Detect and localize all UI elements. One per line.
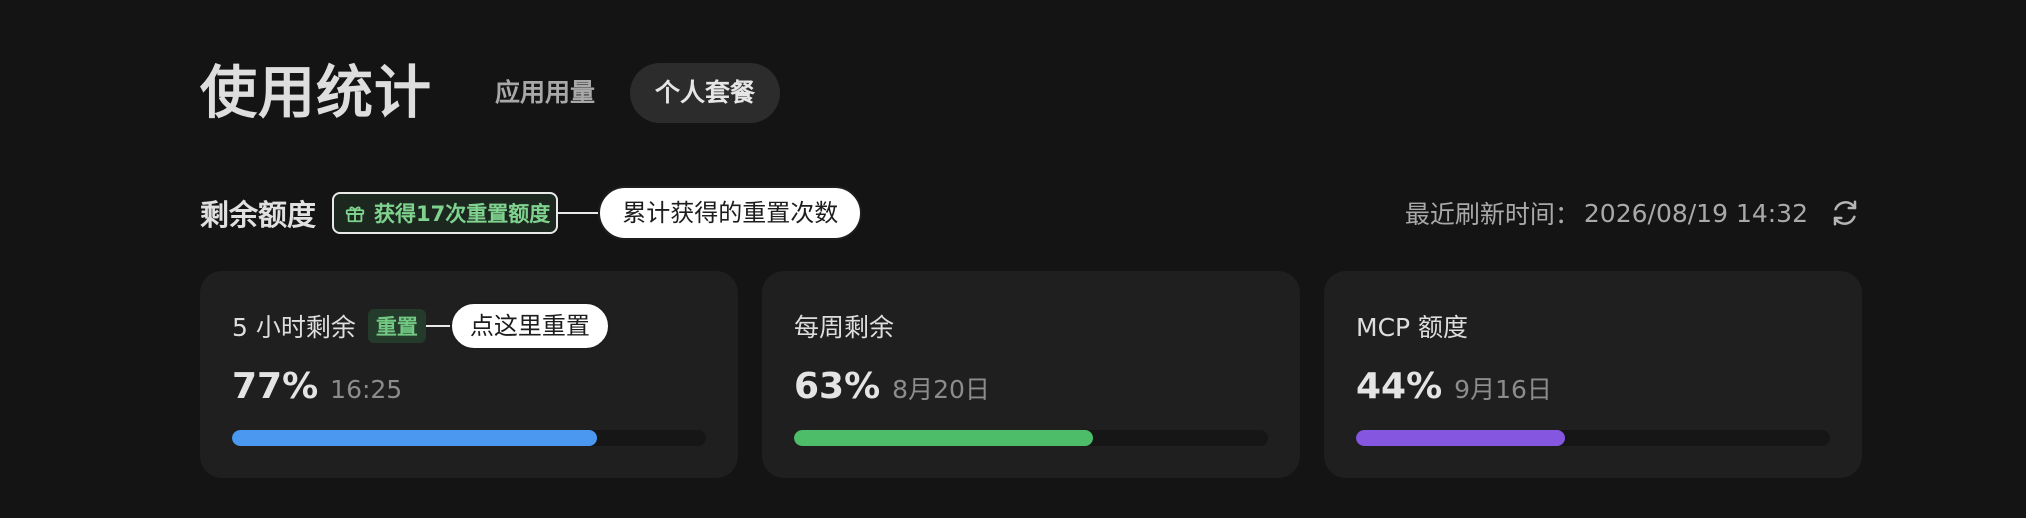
page-title: 使用统计: [200, 60, 432, 126]
quota-header: 剩余额度 获得17次重置额度 累计获得的重置次数 最近刷新时间： 2026/08…: [200, 186, 1862, 240]
card-title: MCP 额度: [1356, 313, 1469, 342]
remaining-percent: 77%: [232, 366, 319, 407]
progress-fill: [232, 430, 597, 446]
refresh-info: 最近刷新时间： 2026/08/19 14:32: [1405, 186, 1862, 240]
reset-credits-label: 获得17次重置额度: [374, 202, 551, 226]
callout-connector: [425, 325, 450, 327]
progress-fill: [794, 430, 1093, 446]
progress-track: [794, 430, 1268, 446]
tab-personal-plan[interactable]: 个人套餐: [630, 63, 781, 123]
usage-card-weekly: 每周剩余 63% 8月20日: [762, 271, 1300, 478]
reset-credits-callout: 累计获得的重置次数: [598, 186, 863, 240]
remaining-percent: 44%: [1356, 366, 1443, 407]
tab-app-usage[interactable]: 应用用量: [470, 63, 620, 123]
nav-tabs: 应用用量 个人套餐: [470, 63, 790, 123]
reset-date: 8月20日: [892, 375, 990, 404]
usage-card-mcp: MCP 额度 44% 9月16日: [1324, 271, 1862, 478]
reset-time: 16:25: [330, 375, 403, 404]
card-title: 5 小时剩余: [232, 313, 356, 342]
quota-title: 剩余额度: [200, 198, 317, 232]
card-title: 每周剩余: [794, 313, 895, 342]
progress-fill: [1356, 430, 1565, 446]
reset-button[interactable]: 重置: [367, 309, 426, 343]
progress-track: [232, 430, 706, 446]
gift-icon: [345, 206, 365, 223]
refresh-time: 2026/08/19 14:32: [1583, 198, 1808, 228]
remaining-percent: 63%: [794, 366, 881, 407]
reset-date: 9月16日: [1454, 375, 1552, 404]
page-header: 使用统计 应用用量 个人套餐: [200, 58, 790, 128]
progress-track: [1356, 430, 1830, 446]
reset-credits-badge[interactable]: 获得17次重置额度: [332, 192, 559, 234]
refresh-label: 最近刷新时间：: [1404, 200, 1580, 229]
usage-card-5h: 5 小时剩余 重置 点这里重置 77% 16:25: [200, 271, 738, 478]
callout-connector: [558, 212, 599, 214]
usage-cards: 5 小时剩余 重置 点这里重置 77% 16:25 每周剩余 63% 8月20日…: [200, 271, 1862, 478]
refresh-icon[interactable]: [1830, 198, 1860, 228]
reset-callout: 点这里重置: [449, 302, 610, 350]
